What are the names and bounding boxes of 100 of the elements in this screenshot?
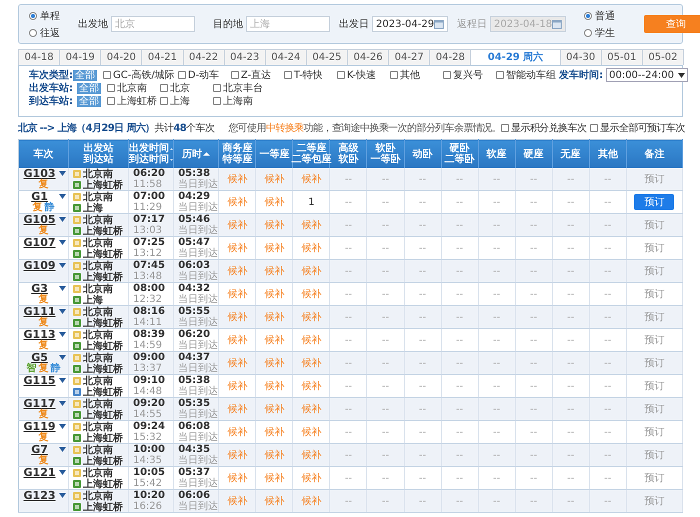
dropdown-icon[interactable] <box>59 493 66 498</box>
book-button[interactable]: 预订 <box>634 171 674 187</box>
filter-checkbox[interactable]: Z-直达 <box>230 68 284 82</box>
train-number-link[interactable]: G119 <box>24 421 56 433</box>
sort-arrow-icon[interactable] <box>170 146 174 152</box>
column-header: 一等座 <box>259 148 290 160</box>
seat-availability[interactable]: 候补 <box>218 490 256 512</box>
book-button[interactable]: 预订 <box>634 332 674 348</box>
date-tab[interactable]: 04-26 <box>347 49 390 65</box>
radio-option[interactable]: 学生 <box>584 26 615 40</box>
dropdown-icon[interactable] <box>59 332 66 337</box>
date-tab[interactable]: 04-19 <box>59 49 102 65</box>
train-number-link[interactable]: G115 <box>24 375 56 387</box>
date-tab[interactable]: 04-25 <box>306 49 348 65</box>
date-tab[interactable]: 04-24 <box>264 49 307 65</box>
book-button[interactable]: 预订 <box>634 424 674 440</box>
date-tab[interactable]: 04-22 <box>182 49 225 65</box>
train-number-link[interactable]: G111 <box>24 306 56 318</box>
book-button[interactable]: 预订 <box>634 493 674 509</box>
radio-option[interactable]: 单程 <box>29 8 60 22</box>
dropdown-icon[interactable] <box>59 470 66 475</box>
train-number-link[interactable]: G121 <box>24 467 56 479</box>
date-tab[interactable]: 04-20 <box>100 49 142 65</box>
dropdown-icon[interactable] <box>59 401 66 406</box>
dropdown-icon[interactable] <box>59 171 66 176</box>
train-number-link[interactable]: G103 <box>24 168 56 180</box>
book-button[interactable]: 预订 <box>634 240 674 256</box>
book-button[interactable]: 预订 <box>634 217 674 233</box>
query-button[interactable]: 查询 <box>644 15 700 33</box>
radio-option[interactable]: 往返 <box>29 26 60 40</box>
date-tab[interactable]: 05-02 <box>642 49 684 65</box>
book-button[interactable]: 预订 <box>634 286 674 302</box>
filter-checkbox[interactable]: 上海南 <box>213 94 266 108</box>
filter-checkbox[interactable]: 上海虹桥 <box>107 94 160 108</box>
date-tab[interactable]: 04-23 <box>224 49 266 65</box>
dropdown-icon[interactable] <box>59 217 66 222</box>
filter-checkbox[interactable]: 北京 <box>160 81 213 95</box>
train-number-link[interactable]: G113 <box>24 329 56 341</box>
book-button[interactable]: 预订 <box>634 470 674 486</box>
dropdown-icon[interactable] <box>59 447 66 452</box>
dropdown-icon[interactable] <box>59 194 66 199</box>
radio-option[interactable]: 普通 <box>584 8 615 22</box>
station-field[interactable]: 北京 <box>111 16 195 32</box>
station-marker-icon <box>73 492 82 500</box>
book-button[interactable]: 预订 <box>634 378 674 394</box>
date-tab[interactable]: 04-18 <box>18 49 60 65</box>
train-number-link[interactable]: G123 <box>24 490 56 502</box>
filter-checkbox[interactable]: 智能动车组 <box>496 68 560 82</box>
filter-checkbox[interactable]: 复兴号 <box>442 68 496 82</box>
book-button[interactable]: 预订 <box>634 263 674 279</box>
book-button[interactable]: 预订 <box>634 355 674 371</box>
time-select[interactable]: 00:00--24:00 <box>606 68 688 82</box>
dropdown-icon[interactable] <box>59 286 66 291</box>
date-tab[interactable]: 04-30 <box>560 49 602 65</box>
train-number-link[interactable]: G5 <box>31 352 48 364</box>
all-filter-tag[interactable]: 全部 <box>77 96 101 106</box>
station-marker-icon <box>73 170 82 178</box>
train-number-link[interactable]: G117 <box>24 398 56 410</box>
filter-checkbox[interactable]: T-特快 <box>284 68 337 82</box>
dropdown-icon[interactable] <box>59 355 66 360</box>
filter-checkbox[interactable]: GC-高铁/城际 <box>103 68 178 82</box>
filter-checkbox[interactable]: 上海 <box>160 94 214 108</box>
filter-checkbox[interactable]: 北京丰台 <box>213 81 266 95</box>
book-button[interactable]: 预订 <box>634 194 674 210</box>
filter-checkbox[interactable]: 北京南 <box>107 81 160 95</box>
train-number-link[interactable]: G1 <box>31 191 48 203</box>
column-header: 无座 <box>560 148 581 160</box>
dropdown-icon[interactable] <box>59 378 66 383</box>
date-field[interactable]: 2023-04-29 <box>372 16 448 32</box>
train-number-link[interactable]: G107 <box>24 237 56 249</box>
seat-availability[interactable]: 候补 <box>256 490 293 512</box>
book-button[interactable]: 预订 <box>634 309 674 325</box>
dropdown-icon[interactable] <box>59 424 66 429</box>
transfer-link[interactable]: 中转换乘 <box>266 123 304 134</box>
dropdown-icon[interactable] <box>59 309 66 314</box>
book-button[interactable]: 预订 <box>634 401 674 417</box>
sort-arrow-icon[interactable] <box>203 151 210 157</box>
date-tab[interactable]: 04-28 <box>429 49 472 65</box>
all-filter-tag[interactable]: 全部 <box>77 82 101 94</box>
dropdown-icon[interactable] <box>59 263 66 268</box>
train-number-link[interactable]: G3 <box>31 283 48 295</box>
display-checkbox[interactable]: 显示积分兑换车次 <box>500 121 586 135</box>
train-number-link[interactable]: G109 <box>24 260 56 272</box>
station-name: 北京南 <box>83 282 114 294</box>
filter-checkbox[interactable]: D-动车 <box>178 68 231 82</box>
sort-arrow-icon[interactable] <box>170 156 174 162</box>
train-number-link[interactable]: G105 <box>24 214 56 226</box>
dropdown-icon[interactable] <box>59 240 66 245</box>
date-tab[interactable]: 05-01 <box>600 49 643 65</box>
filter-checkbox[interactable]: 其他 <box>390 68 443 82</box>
book-button[interactable]: 预订 <box>634 447 674 463</box>
train-number-link[interactable]: G7 <box>31 444 48 456</box>
station-field[interactable]: 上海 <box>246 16 330 32</box>
date-tab[interactable]: 04-29 周六 <box>470 49 561 65</box>
date-tab[interactable]: 04-21 <box>141 49 184 65</box>
all-filter-tag[interactable]: 全部 <box>73 70 97 80</box>
filter-checkbox[interactable]: K-快速 <box>336 68 390 82</box>
display-checkbox[interactable]: 显示全部可预订车次 <box>590 121 685 135</box>
seat-availability[interactable]: 候补 <box>292 490 330 512</box>
date-tab[interactable]: 04-27 <box>388 49 430 65</box>
